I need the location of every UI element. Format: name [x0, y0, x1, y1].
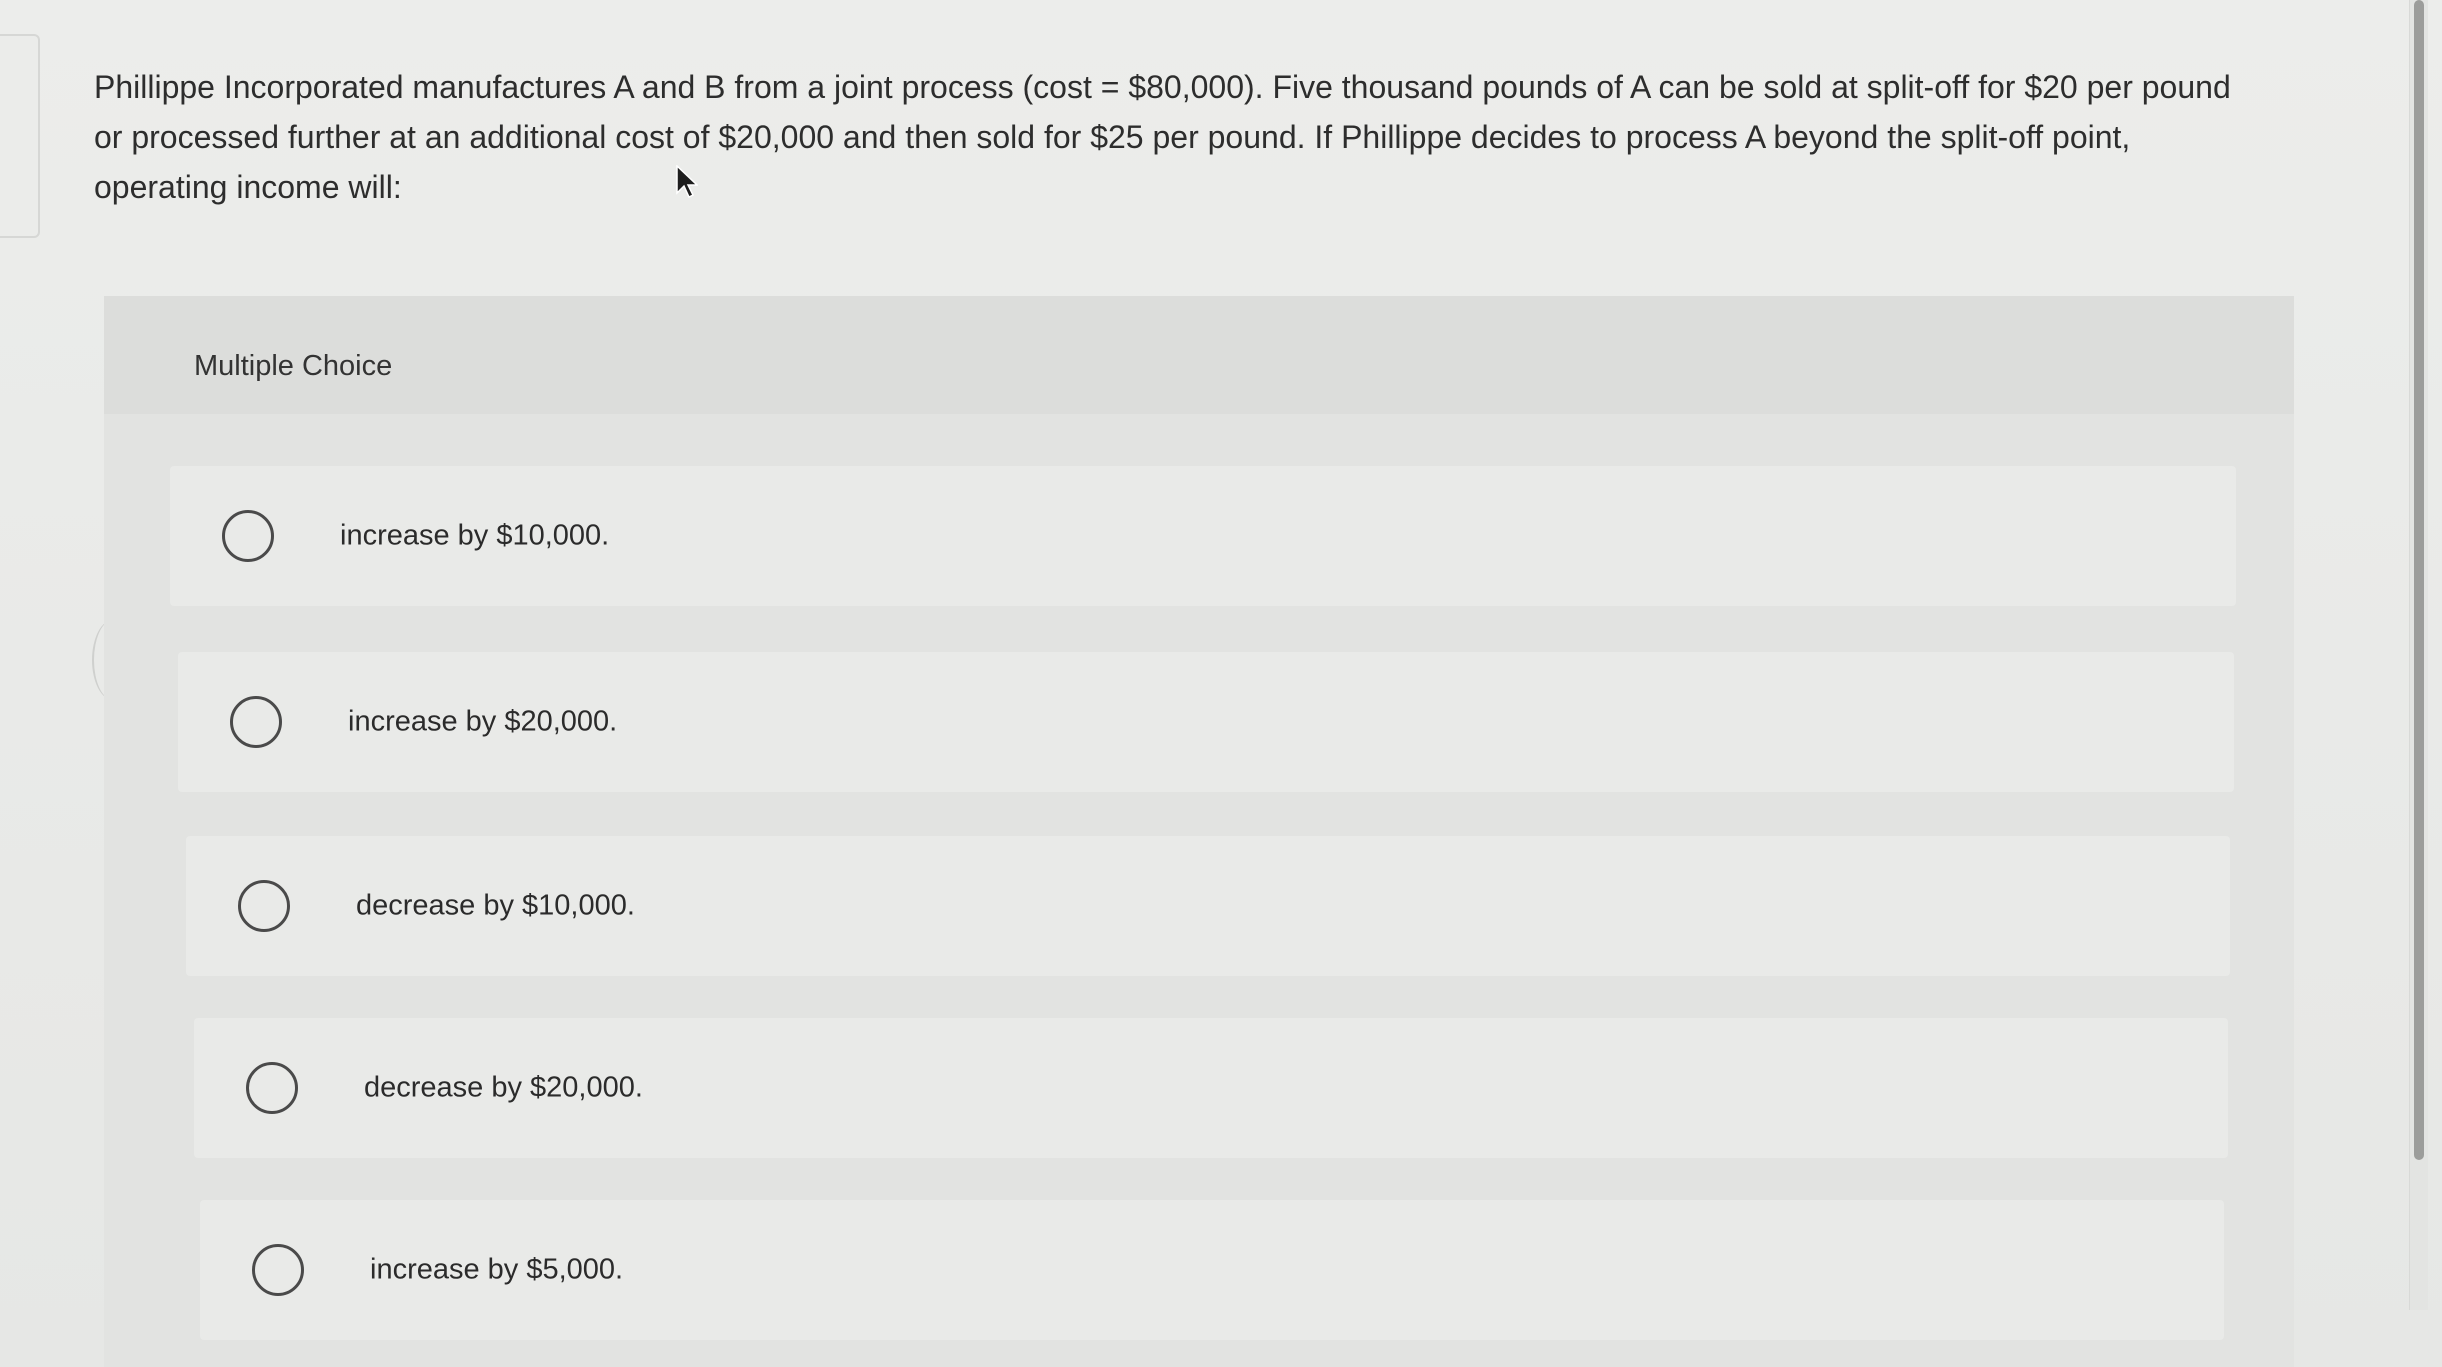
option-label: increase by $5,000.	[370, 1253, 624, 1286]
multiple-choice-header: Multiple Choice	[104, 296, 2294, 414]
scrollbar-thumb[interactable]	[2414, 0, 2424, 1160]
option-4[interactable]: decrease by $20,000.	[194, 1018, 2228, 1158]
multiple-choice-label: Multiple Choice	[194, 350, 393, 382]
vertical-scrollbar[interactable]	[2409, 0, 2428, 1310]
radio-unselected-icon[interactable]	[222, 510, 274, 562]
side-tab[interactable]	[0, 34, 40, 238]
option-label: increase by $10,000.	[340, 519, 610, 552]
radio-unselected-icon[interactable]	[246, 1062, 298, 1114]
option-1[interactable]: increase by $10,000.	[170, 466, 2236, 606]
option-5[interactable]: increase by $5,000.	[200, 1200, 2224, 1340]
option-label: decrease by $20,000.	[364, 1071, 643, 1104]
multiple-choice-panel: Multiple Choice increase by $10,000. inc…	[104, 296, 2294, 1367]
option-label: decrease by $10,000.	[356, 889, 635, 922]
radio-unselected-icon[interactable]	[238, 880, 290, 932]
radio-unselected-icon[interactable]	[252, 1244, 304, 1296]
radio-unselected-icon[interactable]	[230, 696, 282, 748]
option-2[interactable]: increase by $20,000.	[178, 652, 2234, 792]
option-3[interactable]: decrease by $10,000.	[186, 836, 2230, 976]
option-label: increase by $20,000.	[348, 705, 618, 738]
question-text: Phillippe Incorporated manufactures A an…	[94, 69, 2231, 205]
mouse-pointer-icon	[676, 165, 698, 199]
quiz-page: Phillippe Incorporated manufactures A an…	[0, 0, 2442, 1367]
